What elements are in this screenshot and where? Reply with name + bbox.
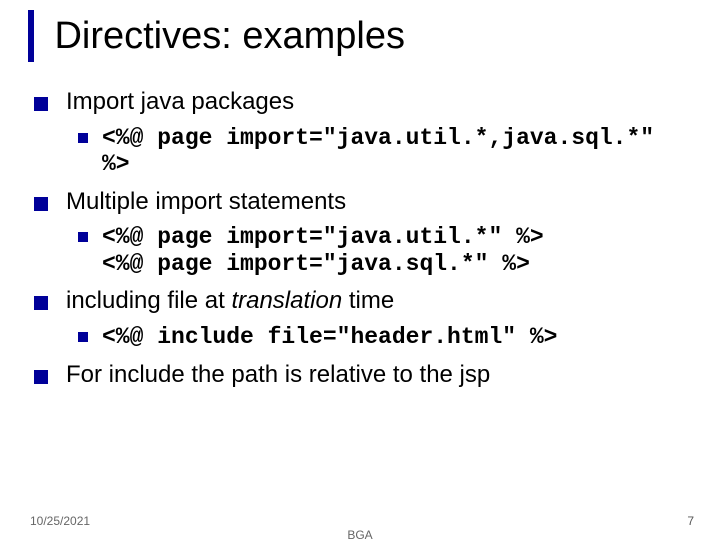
square-bullet-icon bbox=[34, 97, 48, 111]
square-bullet-icon bbox=[78, 232, 88, 242]
text-run: time bbox=[342, 287, 394, 314]
square-bullet-icon bbox=[78, 133, 88, 143]
title-block: Directives: examples bbox=[28, 10, 405, 62]
bullet-level1: including file at translation time bbox=[34, 287, 690, 316]
code-snippet: <%@ page import="java.util.*" %> <%@ pag… bbox=[102, 224, 544, 277]
footer-center: BGA bbox=[0, 528, 720, 540]
bullet-level2: <%@ include file="header.html" %> bbox=[78, 324, 690, 350]
square-bullet-icon bbox=[34, 296, 48, 310]
bullet-level1: Multiple import statements bbox=[34, 188, 690, 217]
bullet-text: For include the path is relative to the … bbox=[66, 361, 690, 390]
code-snippet: <%@ page import="java.util.*,java.sql.*"… bbox=[102, 125, 690, 178]
code-snippet: <%@ include file="header.html" %> bbox=[102, 324, 557, 350]
square-bullet-icon bbox=[34, 370, 48, 384]
bullet-text: including file at translation time bbox=[66, 287, 690, 316]
square-bullet-icon bbox=[34, 197, 48, 211]
bullet-text: Import java packages bbox=[66, 88, 690, 117]
footer-date: 10/25/2021 bbox=[30, 514, 90, 528]
bullet-level1: For include the path is relative to the … bbox=[34, 361, 690, 390]
square-bullet-icon bbox=[78, 332, 88, 342]
title-accent-bar bbox=[28, 10, 34, 62]
bullet-level2: <%@ page import="java.util.*" %> <%@ pag… bbox=[78, 224, 690, 277]
bullet-text: Multiple import statements bbox=[66, 188, 690, 217]
footer-page-number: 7 bbox=[687, 514, 694, 528]
bullet-level2: <%@ page import="java.util.*,java.sql.*"… bbox=[78, 125, 690, 178]
slide-title: Directives: examples bbox=[54, 15, 405, 58]
text-run: including file at bbox=[66, 287, 231, 314]
slide-body: Import java packages <%@ page import="ja… bbox=[34, 88, 690, 397]
emphasis-text: translation bbox=[231, 287, 342, 314]
bullet-level1: Import java packages bbox=[34, 88, 690, 117]
